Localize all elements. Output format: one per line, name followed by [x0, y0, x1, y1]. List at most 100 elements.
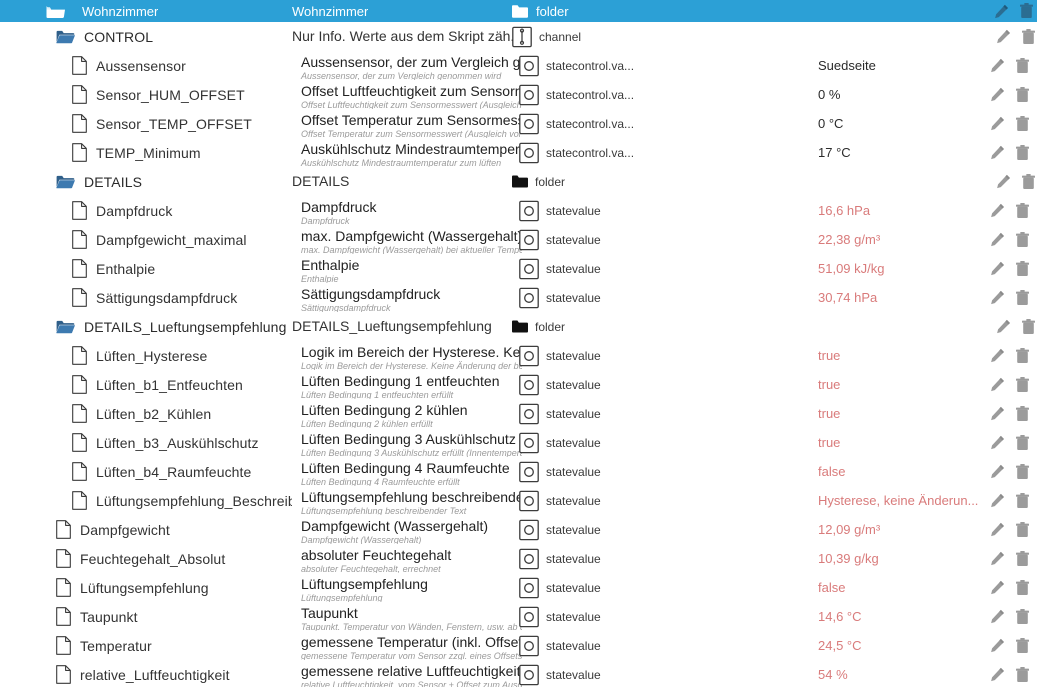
object-value[interactable]: 10,39 g/kg	[818, 544, 978, 573]
pencil-icon[interactable]	[990, 638, 1005, 653]
pencil-icon[interactable]	[994, 4, 1009, 19]
tree-file-item[interactable]: Lüften_b4_Raumfeuchte	[0, 457, 292, 486]
tree-file-item[interactable]: Sensor_HUM_OFFSET	[0, 80, 292, 109]
pencil-icon[interactable]	[990, 435, 1005, 450]
trash-icon[interactable]	[1016, 57, 1029, 74]
table-row[interactable]: DETAILS_Lueftungsempfehlung DETAILS_Lueft…	[0, 312, 1037, 341]
tree-file-item[interactable]: Lüften_Hysterese	[0, 341, 292, 370]
tree-file-item[interactable]: Dampfdruck	[0, 196, 292, 225]
tree-file-item[interactable]: Sensor_TEMP_OFFSET	[0, 109, 292, 138]
object-value[interactable]	[818, 312, 978, 341]
table-row[interactable]: Taupunkt Taupunkt Taupunkt. Temperatur von…	[0, 602, 1037, 631]
pencil-icon[interactable]	[990, 464, 1005, 479]
object-value[interactable]: 30,74 hPa	[818, 283, 978, 312]
trash-icon[interactable]	[1020, 3, 1033, 19]
table-row[interactable]: Feuchtegehalt_Absolut absoluter Feuchtege…	[0, 544, 1037, 573]
tree-file-item[interactable]: relative_Luftfeuchtigkeit	[0, 660, 292, 687]
pencil-icon[interactable]	[990, 377, 1005, 392]
tree-file-item[interactable]: Taupunkt	[0, 602, 292, 631]
pencil-icon[interactable]	[996, 29, 1011, 44]
tree-folder-item[interactable]: DETAILS_Lueftungsempfehlung	[0, 312, 292, 341]
tree-folder-item[interactable]: DETAILS	[0, 167, 292, 196]
tree-file-item[interactable]: Sättigungsdampfdruck	[0, 283, 292, 312]
pencil-icon[interactable]	[990, 203, 1005, 218]
pencil-icon[interactable]	[990, 348, 1005, 363]
table-row[interactable]: relative_Luftfeuchtigkeit gemessene relat…	[0, 660, 1037, 687]
table-row[interactable]: TEMP_Minimum Auskühlschutz Mindestraumtem…	[0, 138, 1037, 167]
trash-icon[interactable]	[1022, 28, 1035, 45]
trash-icon[interactable]	[1022, 173, 1035, 190]
pencil-icon[interactable]	[990, 290, 1005, 305]
object-value[interactable]: 0 °C	[818, 109, 978, 138]
table-row[interactable]: Enthalpie Enthalpie Enthalpie statevalue 51,…	[0, 254, 1037, 283]
table-row[interactable]: Sensor_HUM_OFFSET Offset Luftfeuchtigkeit…	[0, 80, 1037, 109]
table-row[interactable]: DETAILS DETAILS folder	[0, 167, 1037, 196]
table-row[interactable]: Dampfgewicht Dampfgewicht (Wassergehalt) D…	[0, 515, 1037, 544]
table-row[interactable]: Lüften_Hysterese Logik im Bereich der Hys…	[0, 341, 1037, 370]
tree-file-item[interactable]: Lüften_b3_Auskühlschutz	[0, 428, 292, 457]
pencil-icon[interactable]	[990, 87, 1005, 102]
pencil-icon[interactable]	[990, 580, 1005, 595]
table-row[interactable]: Dampfgewicht_maximal max. Dampfgewicht (W…	[0, 225, 1037, 254]
object-value[interactable]: 17 °C	[818, 138, 978, 167]
tree-file-item[interactable]: Lüftungsempfehlung	[0, 573, 292, 602]
trash-icon[interactable]	[1016, 86, 1029, 103]
trash-icon[interactable]	[1016, 492, 1029, 509]
object-value[interactable]: 12,09 g/m³	[818, 515, 978, 544]
pencil-icon[interactable]	[990, 609, 1005, 624]
object-value[interactable]: 54 %	[818, 660, 978, 687]
object-value[interactable]: true	[818, 370, 978, 399]
trash-icon[interactable]	[1016, 434, 1029, 451]
trash-icon[interactable]	[1016, 608, 1029, 625]
object-value[interactable]: 22,38 g/m³	[818, 225, 978, 254]
trash-icon[interactable]	[1016, 637, 1029, 654]
table-row[interactable]: Lüften_b3_Auskühlschutz Lüften Bedingung …	[0, 428, 1037, 457]
pencil-icon[interactable]	[990, 232, 1005, 247]
trash-icon[interactable]	[1016, 666, 1029, 683]
trash-icon[interactable]	[1022, 318, 1035, 335]
table-row[interactable]: CONTROL Nur Info. Werte aus dem Skript zä…	[0, 22, 1037, 51]
tree-file-item[interactable]: Feuchtegehalt_Absolut	[0, 544, 292, 573]
pencil-icon[interactable]	[990, 551, 1005, 566]
tree-file-item[interactable]: Dampfgewicht_maximal	[0, 225, 292, 254]
tree-folder-item[interactable]: CONTROL	[0, 22, 292, 51]
tree-file-item[interactable]: Temperatur	[0, 631, 292, 660]
trash-icon[interactable]	[1016, 463, 1029, 480]
pencil-icon[interactable]	[996, 174, 1011, 189]
table-row[interactable]: Temperatur gemessene Temperatur (inkl. Of…	[0, 631, 1037, 660]
trash-icon[interactable]	[1016, 405, 1029, 422]
trash-icon[interactable]	[1016, 144, 1029, 161]
object-value[interactable]: Suedseite	[818, 51, 978, 80]
trash-icon[interactable]	[1016, 376, 1029, 393]
tree-file-item[interactable]: Lüften_b2_Kühlen	[0, 399, 292, 428]
table-row[interactable]: Lüftungsempfehlung_Beschreibun Lüftungsem…	[0, 486, 1037, 515]
trash-icon[interactable]	[1016, 550, 1029, 567]
trash-icon[interactable]	[1016, 521, 1029, 538]
trash-icon[interactable]	[1016, 289, 1029, 306]
table-row[interactable]: Dampfdruck Dampfdruck Dampfdruck statevalue…	[0, 196, 1037, 225]
table-row[interactable]: Lüften_b2_Kühlen Lüften Bedingung 2 kühle…	[0, 399, 1037, 428]
pencil-icon[interactable]	[996, 319, 1011, 334]
tree-file-item[interactable]: TEMP_Minimum	[0, 138, 292, 167]
trash-icon[interactable]	[1016, 231, 1029, 248]
table-row[interactable]: Lüftungsempfehlung Lüftungsempfehlung Lüft…	[0, 573, 1037, 602]
object-value[interactable]: 0 %	[818, 80, 978, 109]
object-value[interactable]	[818, 22, 978, 51]
trash-icon[interactable]	[1016, 115, 1029, 132]
object-value[interactable]: 24,5 °C	[818, 631, 978, 660]
object-value[interactable]: 16,6 hPa	[818, 196, 978, 225]
pencil-icon[interactable]	[990, 116, 1005, 131]
table-row[interactable]: Sättigungsdampfdruck Sättigungsdampfdruck…	[0, 283, 1037, 312]
pencil-icon[interactable]	[990, 261, 1005, 276]
object-value[interactable]	[818, 167, 978, 196]
tree-file-item[interactable]: Aussensensor	[0, 51, 292, 80]
table-row[interactable]: Aussensensor Aussensensor, der zum Vergle…	[0, 51, 1037, 80]
pencil-icon[interactable]	[990, 667, 1005, 682]
trash-icon[interactable]	[1016, 260, 1029, 277]
pencil-icon[interactable]	[990, 145, 1005, 160]
object-value[interactable]: true	[818, 428, 978, 457]
table-row[interactable]: Lüften_b1_Entfeuchten Lüften Bedingung 1 …	[0, 370, 1037, 399]
pencil-icon[interactable]	[990, 58, 1005, 73]
object-value[interactable]: false	[818, 573, 978, 602]
table-row[interactable]: Sensor_TEMP_OFFSET Offset Temperatur zum …	[0, 109, 1037, 138]
